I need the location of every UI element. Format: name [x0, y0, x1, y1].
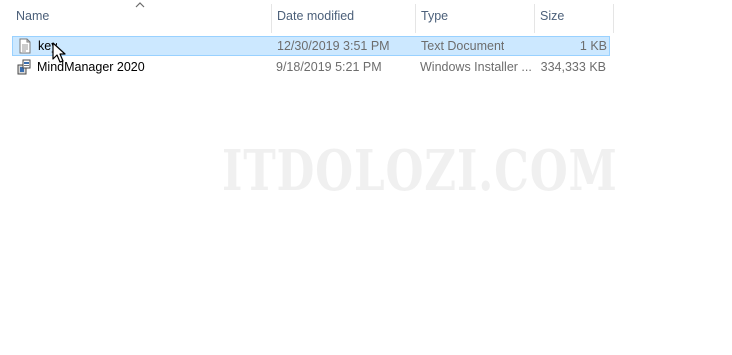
text-file-icon	[19, 38, 31, 54]
mouse-cursor-icon	[52, 42, 66, 63]
file-date-modified: 12/30/2019 3:51 PM	[277, 39, 390, 53]
installer-package-icon	[17, 59, 31, 75]
column-divider[interactable]	[613, 4, 614, 33]
file-list-view: Name Date modified Type Size key 12/30/2…	[0, 0, 732, 355]
file-row-mindmanager[interactable]: MindManager 2020 9/18/2019 5:21 PM Windo…	[12, 57, 610, 77]
file-type: Windows Installer ...	[420, 60, 532, 74]
column-header-type[interactable]: Type	[415, 0, 534, 33]
file-row-key[interactable]: key 12/30/2019 3:51 PM Text Document 1 K…	[12, 36, 610, 56]
column-header-name[interactable]: Name	[10, 0, 270, 33]
column-header-size[interactable]: Size	[534, 0, 613, 33]
column-header-date-modified[interactable]: Date modified	[271, 0, 415, 33]
file-date-modified: 9/18/2019 5:21 PM	[276, 60, 382, 74]
watermark-text: ITDOLOZI.COM	[222, 138, 618, 204]
file-size: 1 KB	[579, 39, 607, 53]
file-size: 334,333 KB	[540, 60, 606, 74]
column-header-row: Name Date modified Type Size	[0, 0, 614, 33]
file-type: Text Document	[421, 39, 505, 53]
